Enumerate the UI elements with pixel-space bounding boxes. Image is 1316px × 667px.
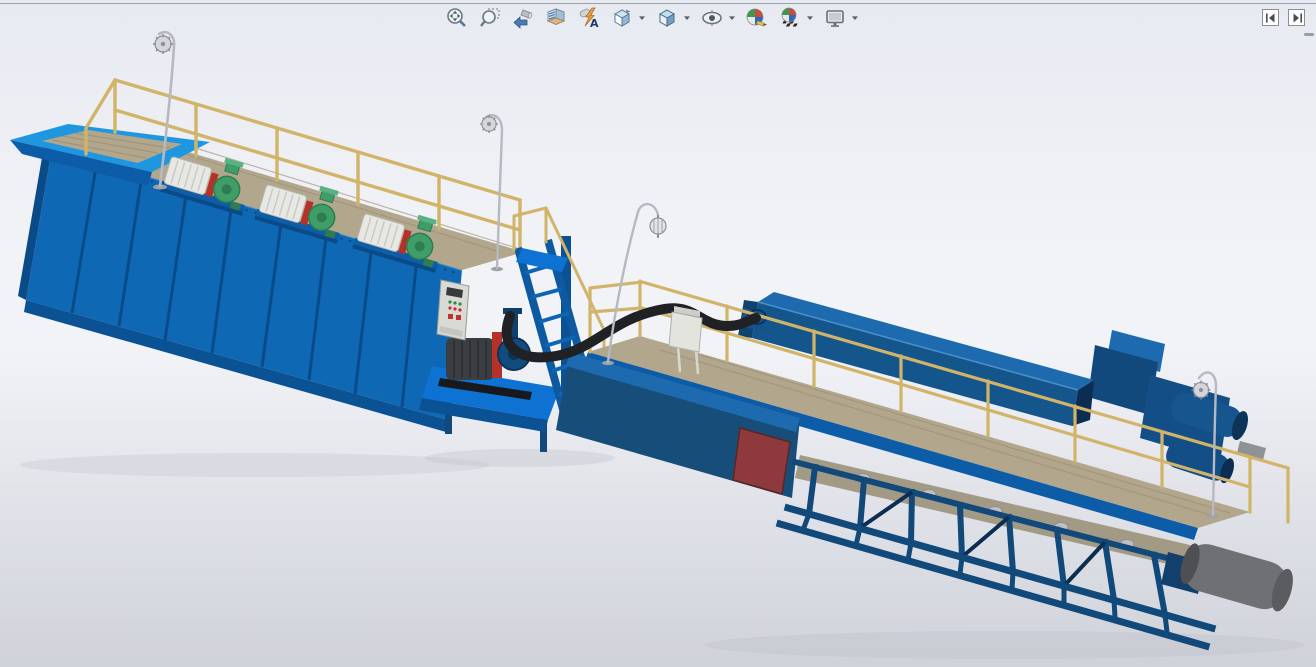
section-view-button[interactable]: [542, 4, 569, 31]
hide-show-items-group: [698, 4, 737, 31]
apply-scene-group: [776, 4, 815, 31]
previous-view-button[interactable]: [509, 4, 536, 31]
annotation-flash-icon: A: [577, 6, 601, 30]
dynamic-annotation-views-button[interactable]: A: [575, 4, 602, 31]
view-settings-group: [821, 4, 860, 31]
view-orientation-group: [608, 4, 647, 31]
display-style-dropdown-caret[interactable]: [681, 4, 692, 31]
3d-model-scene[interactable]: [0, 0, 1316, 667]
expand-panel-right-button[interactable]: [1288, 9, 1305, 26]
panel-arrow-right-icon: [1291, 12, 1303, 24]
flotation-tank-machine[interactable]: [10, 32, 604, 452]
zoom-to-area-button[interactable]: [476, 4, 503, 31]
zoom-to-fit-group: [443, 4, 470, 31]
edit-appearance-button[interactable]: [743, 4, 770, 31]
apply-scene-dropdown-caret[interactable]: [804, 4, 815, 31]
section-view-group: [542, 4, 569, 31]
zoom-to-area-group: [476, 4, 503, 31]
dynamic-annotation-views-group: A: [575, 4, 602, 31]
display-style-button[interactable]: [653, 4, 680, 31]
control-cabinet[interactable]: [437, 280, 469, 340]
edit-appearance-group: [743, 4, 770, 31]
display-style-group: [653, 4, 692, 31]
panel-arrow-left-icon: [1265, 12, 1277, 24]
collapse-panel-left-button[interactable]: [1262, 9, 1279, 26]
previous-view-icon: [511, 6, 535, 30]
section-view-icon: [544, 6, 568, 30]
zoom-to-fit-icon: [445, 6, 469, 30]
scene-ball-icon: [778, 6, 802, 30]
hide-show-items-button[interactable]: [698, 4, 725, 31]
zoom-to-area-icon: [478, 6, 502, 30]
zoom-to-fit-button[interactable]: [443, 4, 470, 31]
view-settings-dropdown-caret[interactable]: [849, 4, 860, 31]
svg-text:A: A: [590, 17, 599, 30]
view-orientation-button[interactable]: [608, 4, 635, 31]
monitor-icon: [823, 6, 847, 30]
view-settings-button[interactable]: [821, 4, 848, 31]
cad-viewport[interactable]: A: [0, 0, 1316, 667]
appearance-ball-pencil-icon: [745, 6, 769, 30]
view-cube-icon: [610, 6, 634, 30]
drive-motors[interactable]: [1088, 330, 1266, 485]
view-orientation-dropdown-caret[interactable]: [636, 4, 647, 31]
heads-up-view-toolbar: A: [443, 4, 862, 31]
eye-icon: [700, 6, 724, 30]
hide-show-items-dropdown-caret[interactable]: [726, 4, 737, 31]
task-pane-handle[interactable]: [1304, 33, 1314, 36]
shaded-cube-icon: [655, 6, 679, 30]
screw-press-machine[interactable]: [556, 281, 1298, 646]
apply-scene-button[interactable]: [776, 4, 803, 31]
previous-view-group: [509, 4, 536, 31]
